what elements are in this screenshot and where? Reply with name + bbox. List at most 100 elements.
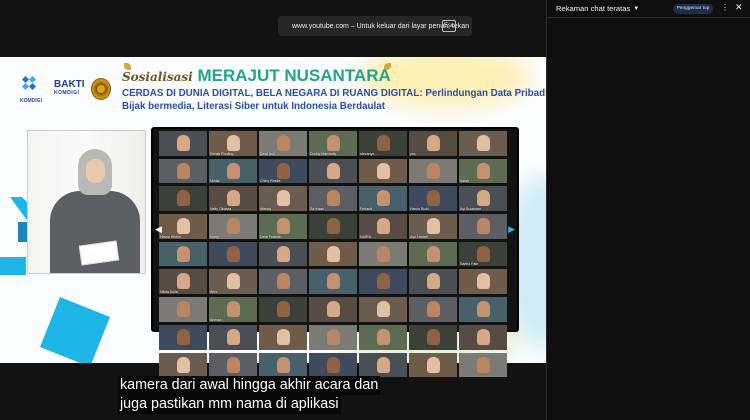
caption-line-2: juga pastikan mm nama di aplikasi bbox=[118, 395, 341, 414]
participant-tile bbox=[459, 297, 507, 322]
participant-avatar bbox=[227, 245, 240, 262]
participant-tile bbox=[309, 158, 357, 184]
participant-avatar bbox=[427, 218, 440, 235]
participant-name: Ayu Lestari bbox=[410, 234, 428, 239]
participant-name: yos bbox=[410, 151, 416, 156]
participant-name: Rensti Ponting bbox=[210, 151, 234, 156]
participant-avatar bbox=[427, 245, 440, 262]
participant-gallery: Rensti Ponting Dewi Asti Doddy Marhadiy ste… bbox=[151, 127, 519, 405]
participant-avatar bbox=[227, 273, 240, 290]
participant-avatar bbox=[477, 356, 490, 373]
participant-name: NAIRIL bbox=[360, 234, 372, 239]
chat-mode-dropdown[interactable]: Rekaman chat teratas ▼ bbox=[556, 4, 639, 13]
participant-name: stevanye... bbox=[360, 151, 378, 156]
gallery-prev-arrow-icon: ◀ bbox=[155, 224, 162, 234]
participant-tile: Haura Hilmin bbox=[159, 214, 207, 239]
esc-key-icon: Esc bbox=[441, 20, 456, 32]
video-captions: kamera dari awal hingga akhir acara dan … bbox=[118, 376, 381, 414]
participant-avatar bbox=[227, 301, 240, 318]
participant-tile bbox=[309, 324, 357, 350]
more-options-icon[interactable]: ⋮ bbox=[721, 3, 729, 12]
participant-avatar bbox=[327, 162, 340, 179]
participant-tile: yos bbox=[409, 131, 457, 156]
top-fan-badge[interactable]: Penggemar top bbox=[673, 4, 713, 14]
participant-avatar bbox=[227, 162, 240, 179]
participant-avatar bbox=[277, 218, 290, 235]
participant-tile: NAIRIL bbox=[359, 214, 407, 239]
participant-avatar bbox=[277, 162, 290, 179]
participant-name: Sa Irwan bbox=[310, 207, 325, 212]
slide-title-script: Sosialisasi bbox=[122, 70, 193, 84]
participant-name: Harun Rizki bbox=[410, 207, 429, 212]
participant-avatar bbox=[177, 301, 190, 318]
slide-title-main: MERAJUT NUSANTARA bbox=[197, 66, 391, 85]
participant-tile bbox=[309, 241, 357, 267]
close-chat-icon[interactable]: ✕ bbox=[735, 2, 743, 13]
participant-name: Nikita Aulia bbox=[160, 290, 178, 295]
live-chat-panel: Rekaman chat teratas ▼ Penggemar top ⋮ ✕ bbox=[546, 0, 750, 420]
participant-tile bbox=[359, 158, 407, 184]
participant-tile bbox=[409, 352, 457, 378]
participant-tile bbox=[259, 324, 307, 350]
participant-avatar bbox=[227, 218, 240, 235]
participant-avatar bbox=[277, 245, 290, 262]
participant-tile bbox=[409, 241, 457, 267]
participant-avatar bbox=[477, 245, 490, 262]
participant-avatar bbox=[227, 328, 240, 345]
participant-tiles: Rensti Ponting Dewi Asti Doddy Marhadiy ste… bbox=[159, 131, 511, 405]
participant-tile bbox=[309, 297, 357, 322]
participant-avatar bbox=[477, 218, 490, 235]
slide-title: Sosialisasi MERAJUT NUSANTARA bbox=[122, 66, 391, 86]
participant-name: Dewi Fratirah bbox=[260, 234, 282, 239]
participant-tile bbox=[159, 241, 207, 267]
participant-avatar bbox=[177, 356, 190, 373]
participant-tile: Nurlia bbox=[209, 158, 257, 184]
gallery-next-arrow-icon: ▶ bbox=[508, 224, 515, 234]
participant-tile bbox=[159, 297, 207, 322]
fullscreen-notice: www.youtube.com – Untuk keluar dari laya… bbox=[278, 16, 472, 36]
participant-avatar bbox=[327, 356, 340, 373]
speaker-video bbox=[27, 130, 146, 274]
participant-tile bbox=[459, 269, 507, 295]
participant-avatar bbox=[177, 190, 190, 207]
participant-tile: Rensti Ponting bbox=[209, 131, 257, 156]
participant-avatar bbox=[377, 273, 390, 290]
participant-tile bbox=[309, 269, 357, 295]
participant-avatar bbox=[227, 356, 240, 373]
participant-name: Haura Hilmin bbox=[160, 234, 181, 239]
participant-avatar bbox=[277, 328, 290, 345]
participant-name: Feriardi bbox=[360, 207, 373, 212]
participant-tile: Harun Rizki bbox=[409, 186, 457, 212]
participant-avatar bbox=[277, 190, 290, 207]
participant-avatar bbox=[477, 135, 490, 151]
participant-name: Chiny Rosita bbox=[260, 179, 281, 184]
participant-tile bbox=[159, 352, 207, 378]
participant-tile bbox=[159, 158, 207, 184]
participant-avatar bbox=[377, 218, 390, 235]
participant-tile bbox=[359, 241, 407, 267]
participant-avatar bbox=[177, 328, 190, 345]
participant-avatar bbox=[177, 218, 190, 235]
participant-tile: Wendy bbox=[259, 186, 307, 212]
chat-header: Rekaman chat teratas ▼ Penggemar top ⋮ ✕ bbox=[547, 0, 750, 18]
caption-line-1: kamera dari awal hingga akhir acara dan bbox=[118, 376, 381, 395]
participant-avatar bbox=[377, 190, 390, 207]
video-player[interactable]: www.youtube.com – Untuk keluar dari laya… bbox=[0, 0, 546, 420]
participant-tile bbox=[209, 352, 257, 378]
participant-tile: Dewi Asti bbox=[259, 131, 307, 156]
participant-tile bbox=[359, 352, 407, 378]
participant-avatar bbox=[377, 245, 390, 262]
participant-tile bbox=[409, 297, 457, 322]
participant-avatar bbox=[177, 245, 190, 262]
chat-mode-label: Rekaman chat teratas bbox=[556, 4, 631, 13]
participant-avatar bbox=[327, 301, 340, 318]
participant-avatar bbox=[377, 328, 390, 345]
participant-avatar bbox=[477, 301, 490, 318]
participant-tile bbox=[159, 186, 207, 212]
participant-tile: Ayi Sulaiman bbox=[459, 186, 507, 212]
participant-tile bbox=[359, 324, 407, 350]
participant-name: Dewi Asti bbox=[260, 151, 275, 156]
participant-tile: Sa Irwan bbox=[309, 186, 357, 212]
participant-tile bbox=[359, 297, 407, 322]
participant-avatar bbox=[177, 135, 190, 151]
